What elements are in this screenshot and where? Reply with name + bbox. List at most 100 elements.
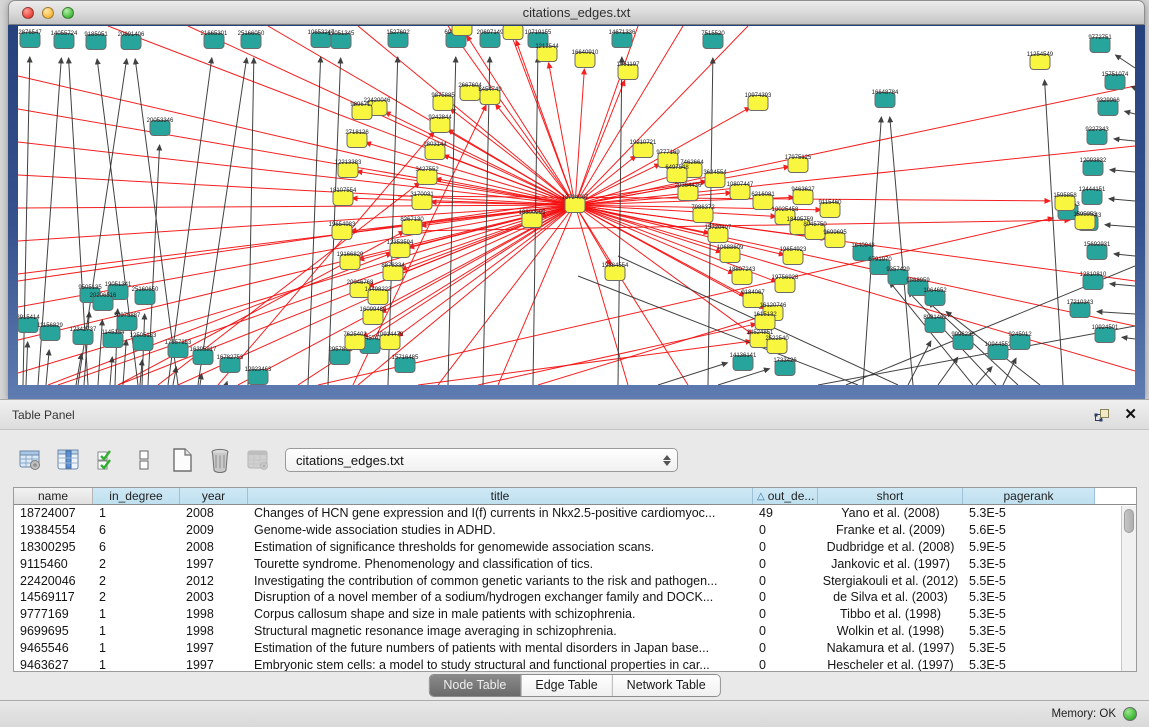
graph-node[interactable] bbox=[503, 26, 523, 40]
table-cell[interactable]: 2008 bbox=[180, 506, 248, 520]
tab-edge-table[interactable]: Edge Table bbox=[520, 675, 611, 696]
table-cell[interactable]: Investigating the contribution of common… bbox=[248, 574, 753, 588]
table-cell[interactable]: Nakamura et al. (1997) bbox=[818, 641, 963, 655]
table-cell[interactable]: Genome-wide association studies in ADHD. bbox=[248, 523, 753, 537]
table-cell[interactable]: 1 bbox=[93, 607, 180, 621]
table-cell[interactable]: 9463627 bbox=[14, 658, 93, 672]
table-cell[interactable]: 1 bbox=[93, 658, 180, 672]
table-row[interactable]: 977716911998Corpus callosum shape and si… bbox=[14, 606, 1136, 623]
table-row[interactable]: 2242004622012Investigating the contribut… bbox=[14, 572, 1136, 589]
table-cell[interactable]: 1997 bbox=[180, 641, 248, 655]
column-header-in-degree[interactable]: in_degree bbox=[93, 488, 180, 504]
table-settings-icon[interactable] bbox=[16, 447, 43, 474]
table-cell[interactable]: 9465546 bbox=[14, 641, 93, 655]
table-cell[interactable]: 5.9E-5 bbox=[963, 540, 1095, 554]
table-cell[interactable]: 2009 bbox=[180, 523, 248, 537]
table-cell[interactable]: 1 bbox=[93, 506, 180, 520]
table-cell[interactable]: Estimation of the future numbers of pati… bbox=[248, 641, 753, 655]
citation-network-graph[interactable]: 2876547140557249185051206914062166530125… bbox=[18, 26, 1135, 385]
table-row[interactable]: 1830029562008Estimation of significance … bbox=[14, 539, 1136, 556]
table-cell[interactable]: 5.5E-5 bbox=[963, 574, 1095, 588]
table-cell[interactable]: 2 bbox=[93, 557, 180, 571]
table-cell[interactable]: 6 bbox=[93, 523, 180, 537]
table-cell[interactable]: 1998 bbox=[180, 624, 248, 638]
table-scrollbar[interactable] bbox=[1121, 506, 1136, 671]
table-cell[interactable]: 1997 bbox=[180, 658, 248, 672]
table-cell[interactable]: 0 bbox=[753, 607, 818, 621]
table-cell[interactable]: 14569117 bbox=[14, 590, 93, 604]
table-cell[interactable]: 1 bbox=[93, 641, 180, 655]
table-cell[interactable]: 0 bbox=[753, 540, 818, 554]
new-document-icon[interactable] bbox=[168, 447, 195, 474]
table-scrollbar-thumb[interactable] bbox=[1124, 509, 1134, 533]
table-cell[interactable]: 22420046 bbox=[14, 574, 93, 588]
table-cell[interactable]: 2003 bbox=[180, 590, 248, 604]
table-cell[interactable]: Embryonic stem cells: a model to study s… bbox=[248, 658, 753, 672]
table-cell[interactable]: Corpus callosum shape and size in male p… bbox=[248, 607, 753, 621]
column-header-name[interactable]: name bbox=[14, 488, 93, 504]
column-header-year[interactable]: year bbox=[180, 488, 248, 504]
table-cell[interactable]: 2 bbox=[93, 574, 180, 588]
graph-node[interactable] bbox=[452, 26, 472, 36]
table-cell[interactable]: 49 bbox=[753, 506, 818, 520]
table-row[interactable]: 946362711997Embryonic stem cells: a mode… bbox=[14, 656, 1136, 672]
table-cell[interactable]: 18300295 bbox=[14, 540, 93, 554]
table-cell[interactable]: 5.3E-5 bbox=[963, 607, 1095, 621]
table-row[interactable]: 1938455462009Genome-wide association stu… bbox=[14, 522, 1136, 539]
table-cell[interactable]: Yano et al. (2008) bbox=[818, 506, 963, 520]
table-cell[interactable]: 5.3E-5 bbox=[963, 658, 1095, 672]
float-window-icon[interactable] bbox=[1094, 408, 1110, 422]
table-cell[interactable]: Dudbridge et al. (2008) bbox=[818, 540, 963, 554]
column-header-pagerank[interactable]: pagerank bbox=[963, 488, 1095, 504]
column-header-short[interactable]: short bbox=[818, 488, 963, 504]
table-cell[interactable]: 0 bbox=[753, 574, 818, 588]
table-cell[interactable]: Stergiakouli et al. (2012) bbox=[818, 574, 963, 588]
table-cell[interactable]: 0 bbox=[753, 523, 818, 537]
unselect-icon[interactable] bbox=[130, 447, 157, 474]
table-cell[interactable]: 2012 bbox=[180, 574, 248, 588]
table-cell[interactable]: 1997 bbox=[180, 557, 248, 571]
table-cell[interactable]: de Silva et al. (2003) bbox=[818, 590, 963, 604]
table-cell[interactable]: 6 bbox=[93, 540, 180, 554]
table-row[interactable]: 1456911722003Disruption of a novel membe… bbox=[14, 589, 1136, 606]
table-cell[interactable]: 1998 bbox=[180, 607, 248, 621]
table-cell[interactable]: Hescheler et al. (1997) bbox=[818, 658, 963, 672]
table-cell[interactable]: 0 bbox=[753, 590, 818, 604]
table-cell[interactable]: 5.3E-5 bbox=[963, 590, 1095, 604]
table-row[interactable]: 969969511998Structural magnetic resonanc… bbox=[14, 623, 1136, 640]
table-cell[interactable]: 2008 bbox=[180, 540, 248, 554]
import-table-disabled-icon[interactable] bbox=[244, 447, 271, 474]
table-row[interactable]: 1872400712008Changes of HCN gene express… bbox=[14, 505, 1136, 522]
table-cell[interactable]: Structural magnetic resonance image aver… bbox=[248, 624, 753, 638]
table-row[interactable]: 911546021997Tourette syndrome. Phenomeno… bbox=[14, 555, 1136, 572]
table-cell[interactable]: 5.6E-5 bbox=[963, 523, 1095, 537]
table-cell[interactable]: Franke et al. (2009) bbox=[818, 523, 963, 537]
table-cell[interactable]: 5.3E-5 bbox=[963, 557, 1095, 571]
table-cell[interactable]: 18724007 bbox=[14, 506, 93, 520]
table-cell[interactable]: 0 bbox=[753, 624, 818, 638]
table-cell[interactable]: 0 bbox=[753, 557, 818, 571]
table-row[interactable]: 946554611997Estimation of the future num… bbox=[14, 639, 1136, 656]
table-cell[interactable]: Tourette syndrome. Phenomenology and cla… bbox=[248, 557, 753, 571]
column-header-out-de-[interactable]: △out_de... bbox=[753, 488, 818, 504]
table-cell[interactable]: 19384554 bbox=[14, 523, 93, 537]
table-cell[interactable]: 9777169 bbox=[14, 607, 93, 621]
table-select-dropdown[interactable]: citations_edges.txt bbox=[285, 448, 678, 472]
table-cell[interactable]: Jankovic et al. (1997) bbox=[818, 557, 963, 571]
table-cell[interactable]: Tibbo et al. (1998) bbox=[818, 607, 963, 621]
node-table[interactable]: namein_degreeyeartitle△out_de...shortpag… bbox=[13, 487, 1137, 672]
close-panel-icon[interactable]: ✕ bbox=[1124, 407, 1137, 422]
delete-icon[interactable] bbox=[206, 447, 233, 474]
table-cell[interactable]: 9115460 bbox=[14, 557, 93, 571]
table-cell[interactable]: 5.3E-5 bbox=[963, 624, 1095, 638]
table-cell[interactable]: Disruption of a novel member of a sodium… bbox=[248, 590, 753, 604]
table-cell[interactable]: 2 bbox=[93, 590, 180, 604]
tab-network-table[interactable]: Network Table bbox=[612, 675, 720, 696]
table-cell[interactable]: 0 bbox=[753, 658, 818, 672]
tab-node-table[interactable]: Node Table bbox=[429, 675, 520, 696]
table-cell[interactable]: 5.3E-5 bbox=[963, 641, 1095, 655]
window-titlebar[interactable]: citations_edges.txt bbox=[8, 0, 1145, 25]
table-cell[interactable]: Changes of HCN gene expression and I(f) … bbox=[248, 506, 753, 520]
table-cell[interactable]: 1 bbox=[93, 624, 180, 638]
column-visibility-icon[interactable] bbox=[54, 447, 81, 474]
